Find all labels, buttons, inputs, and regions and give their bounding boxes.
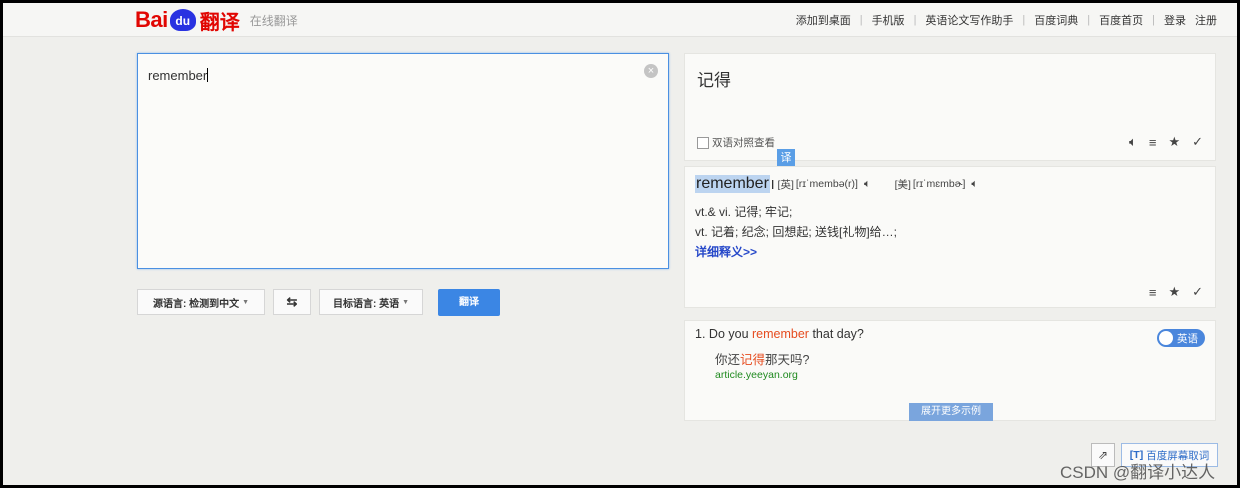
link-baidu-home[interactable]: 百度首页	[1099, 12, 1143, 28]
divider: |	[1087, 14, 1091, 26]
us-label: [美]	[894, 178, 911, 191]
detailed-definition-link[interactable]: 详细释义>>	[695, 243, 757, 260]
watermark: CSDN @翻译小达人	[1060, 463, 1216, 482]
example-sentence-zh: 你还记得那天吗?	[715, 349, 809, 368]
top-bar: Bai du 翻译 在线翻译 添加到桌面 | 手机版 | 英语论文写作助手 | …	[3, 3, 1237, 37]
check-icon[interactable]: ✓	[1192, 284, 1203, 300]
check-icon[interactable]: ✓	[1192, 134, 1203, 150]
register-link[interactable]: 注册	[1195, 12, 1217, 28]
english-toggle[interactable]: 英语	[1157, 329, 1205, 347]
bilingual-label: 双语对照查看	[712, 137, 775, 149]
paw-icon: du	[169, 9, 196, 31]
text-caret	[207, 68, 209, 82]
swap-icon: ⇆	[286, 294, 298, 309]
example-en-highlight: remember	[752, 327, 809, 341]
link-baidu-dict[interactable]: 百度词典	[1034, 12, 1078, 28]
login-link[interactable]: 登录	[1164, 12, 1186, 28]
definition-line: vt. 记着; 纪念; 回想起; 送钱[礼物]给…;	[695, 225, 898, 239]
example-sentence-en: 1. Do you remember that day?	[695, 327, 864, 341]
input-value: remember	[148, 68, 208, 83]
list-icon[interactable]: ≡	[1149, 135, 1157, 150]
uk-phonetic: [rɪˈmembə(r)]	[795, 178, 858, 190]
app-window: Bai du 翻译 在线翻译 添加到桌面 | 手机版 | 英语论文写作助手 | …	[3, 3, 1237, 485]
bilingual-view-toggle[interactable]: 双语对照查看	[697, 135, 775, 150]
star-icon[interactable]: ★	[1168, 284, 1180, 300]
dictionary-panel: remember I [英] [rɪˈmembə(r)] 🔈︎ [美] [rɪˈ…	[684, 166, 1216, 308]
source-language-label: 源语言: 检测到中文	[152, 298, 240, 310]
translation-result-panel: 记得 双语对照查看 🔈︎ ≡ ★ ✓	[684, 53, 1216, 161]
toggle-knob	[1159, 331, 1173, 345]
top-links: 添加到桌面 | 手机版 | 英语论文写作助手 | 百度词典 | 百度首页 | 登…	[796, 12, 1217, 28]
us-phonetic: [rɪˈmɛmbɚ]	[912, 178, 966, 190]
example-en-after: that day?	[808, 327, 864, 341]
toggle-label: 英语	[1177, 332, 1198, 345]
target-language-select[interactable]: 目标语言: 英语 ▼	[319, 289, 423, 315]
example-zh-before: 你还	[715, 353, 741, 367]
divider: |	[1022, 14, 1026, 26]
source-language-select[interactable]: 源语言: 检测到中文 ▼	[137, 289, 265, 315]
text-cursor-icon: I	[770, 176, 775, 192]
divider: |	[913, 14, 917, 26]
chevron-down-icon: ▼	[242, 298, 250, 306]
link-add-to-desktop[interactable]: 添加到桌面	[796, 12, 851, 28]
translate-button[interactable]: 翻译	[438, 289, 500, 316]
uk-label: [英]	[777, 178, 794, 191]
chevron-down-icon: ▼	[402, 298, 410, 306]
translation-result-text: 记得	[697, 71, 731, 90]
example-en-before: Do you	[708, 327, 753, 341]
dict-toolbar: ≡ ★ ✓	[1137, 284, 1203, 300]
dict-word: remember	[695, 175, 770, 193]
divider: |	[1152, 14, 1155, 26]
translate-tooltip-button[interactable]: 译	[777, 149, 795, 167]
source-text-input[interactable]: remember ×	[137, 53, 669, 269]
result-toolbar: 🔈︎ ≡ ★ ✓	[1117, 134, 1203, 150]
baidu-fanyi-logo[interactable]: Bai du 翻译 在线翻译	[135, 7, 298, 34]
definition-line: vt.& vi. 记得; 牢记;	[695, 205, 793, 219]
swap-languages-button[interactable]: ⇆	[273, 289, 311, 315]
link-mobile[interactable]: 手机版	[872, 12, 905, 28]
clear-icon[interactable]: ×	[644, 64, 658, 78]
examples-panel: 1. Do you remember that day? 你还记得那天吗? ar…	[684, 320, 1216, 421]
link-paper-assistant[interactable]: 英语论文写作助手	[925, 12, 1013, 28]
example-zh-after: 那天吗?	[765, 353, 810, 367]
uk-speaker-icon[interactable]: 🔈︎	[864, 178, 871, 191]
example-source[interactable]: article.yeeyan.org	[715, 369, 798, 381]
example-zh-highlight: 记得	[740, 353, 766, 367]
logo-fanyi: 翻译	[199, 11, 240, 34]
speaker-icon[interactable]: 🔈︎	[1129, 134, 1137, 150]
us-speaker-icon[interactable]: 🔈︎	[971, 178, 978, 191]
bilingual-checkbox[interactable]	[697, 136, 709, 149]
star-icon[interactable]: ★	[1168, 134, 1180, 150]
example-number: 1.	[695, 327, 706, 341]
list-icon[interactable]: ≡	[1149, 285, 1157, 300]
target-language-label: 目标语言: 英语	[332, 298, 400, 310]
divider: |	[859, 14, 863, 26]
logo-bai: Bai	[135, 7, 168, 32]
logo-subtitle: 在线翻译	[249, 13, 298, 28]
expand-examples-button[interactable]: 展开更多示例	[909, 403, 993, 421]
